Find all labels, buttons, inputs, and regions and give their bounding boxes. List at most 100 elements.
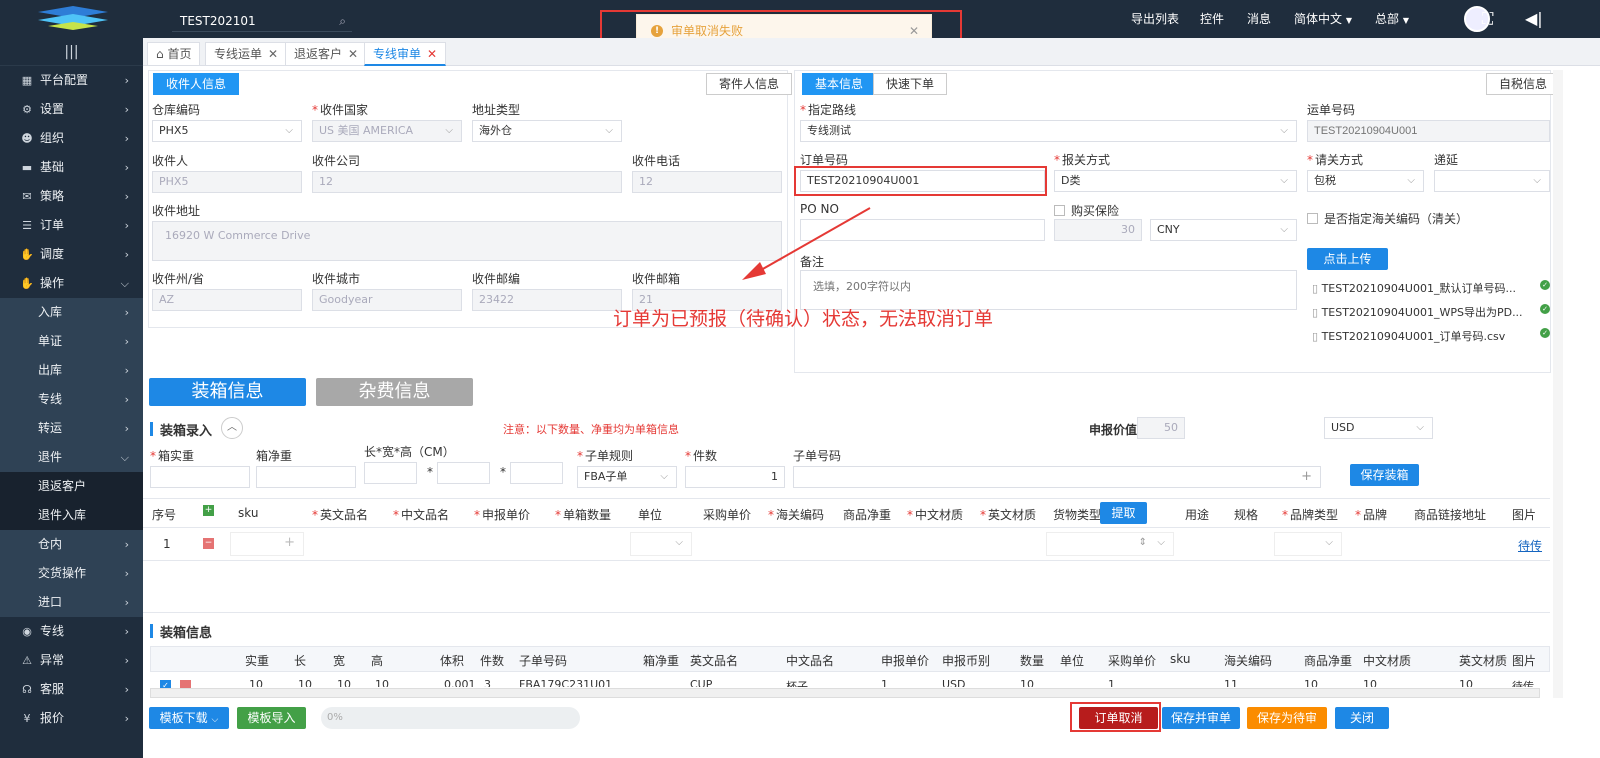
count-input[interactable]: 1 (685, 466, 785, 488)
controls-link[interactable]: 控件 (1200, 0, 1224, 38)
sidebar-item[interactable]: 专线 › (0, 385, 143, 414)
brand-type-select[interactable]: ⌵ (1274, 532, 1342, 556)
cargo-type-stepper[interactable]: ⇕ ⌵ (1046, 532, 1174, 556)
extract-button[interactable]: 提取 (1100, 502, 1147, 524)
export-list-link[interactable]: 导出列表 (1131, 0, 1179, 38)
tab-return[interactable]: 退返客户 ✕ (285, 42, 368, 66)
search-icon[interactable]: ⌕ (339, 10, 346, 32)
close-icon[interactable]: ✕ (348, 47, 358, 61)
save-pending-button[interactable]: 保存为待审 (1247, 707, 1327, 729)
close-icon[interactable]: ✕ (268, 47, 278, 61)
close-button[interactable]: 关闭 (1335, 707, 1389, 729)
sidebar-item[interactable]: 入库 › (0, 298, 143, 327)
close-icon[interactable]: ✕ (427, 47, 437, 61)
packing-info-button[interactable]: 装箱信息 (149, 378, 306, 406)
file-item[interactable]: ▯ TEST20210904U001_WPS导出为PD... ✓ (1312, 304, 1550, 320)
currency-select[interactable]: CNY ⌵ (1150, 219, 1297, 241)
plus-icon[interactable]: + (1301, 467, 1312, 487)
rule-select[interactable]: FBA子单 ⌵ (577, 466, 677, 488)
sub-order-input[interactable]: + (793, 466, 1321, 488)
warehouse-select[interactable]: PHX5 ⌵ (152, 120, 302, 142)
messages-link[interactable]: 消息 (1247, 0, 1271, 38)
sidebar-item[interactable]: ¥ 报价 › (0, 704, 143, 733)
sidebar-item[interactable]: ⚠ 异常 › (0, 646, 143, 675)
sidebar-item[interactable]: 进口 › (0, 588, 143, 617)
zip-input[interactable]: 23422 (472, 289, 622, 311)
image-upload-link[interactable]: 待传 (1518, 537, 1542, 554)
sidebar-item[interactable]: ✉ 策略 › (0, 182, 143, 211)
collapse-right-icon[interactable]: ◀| (1525, 0, 1543, 38)
sidebar-item[interactable]: ✋ 调度 › (0, 240, 143, 269)
sku-input[interactable]: + (230, 532, 304, 556)
table-cell[interactable]: 待传 (1512, 678, 1534, 687)
add-row-icon[interactable]: + (203, 505, 214, 516)
hq-dropdown[interactable]: 总部 ▼ (1375, 0, 1409, 38)
tab-tax-info[interactable]: 自税信息 (1486, 73, 1561, 95)
width-input[interactable] (437, 462, 490, 484)
delay-select[interactable]: ⌵ (1434, 170, 1550, 192)
unit-select[interactable]: ⌵ (630, 532, 692, 556)
length-input[interactable] (364, 462, 417, 484)
tab-sender-info[interactable]: 寄件人信息 (706, 73, 793, 95)
country-select[interactable]: US 美国 AMERICA ⌵ (312, 120, 462, 142)
route-select[interactable]: 专线测试 ⌵ (800, 120, 1297, 142)
customs-select[interactable]: D类 ⌵ (1054, 170, 1297, 192)
file-item[interactable]: ▯ TEST20210904U001_默认订单号码... ✓ (1312, 280, 1550, 296)
addr-type-select[interactable]: 海外仓 ⌵ (472, 120, 622, 142)
phone-input[interactable]: 12 (632, 171, 782, 193)
vertical-scrollbar[interactable] (1553, 70, 1563, 698)
sidebar-item[interactable]: ⚙ 设置 › (0, 95, 143, 124)
menu-toggle-icon[interactable]: ||| (0, 38, 143, 66)
tab-receiver-info[interactable]: 收件人信息 (153, 73, 240, 95)
sidebar-item[interactable]: 退件 ⌵ (0, 443, 143, 472)
upload-button[interactable]: 点击上传 (1307, 248, 1388, 270)
tab-basic-info[interactable]: 基本信息 (802, 73, 877, 95)
sidebar-item[interactable]: 退件入库 (0, 501, 143, 530)
collapse-up-icon[interactable]: ︿ (221, 417, 243, 439)
address-textarea[interactable]: 16920 W Commerce Drive (152, 221, 782, 261)
misc-info-button[interactable]: 杂费信息 (316, 378, 473, 406)
sidebar-item[interactable]: ◉ 专线 › (0, 617, 143, 646)
declared-currency-select[interactable]: USD ⌵ (1324, 417, 1433, 439)
template-download-button[interactable]: 模板下载 ⌵ (149, 707, 229, 729)
sidebar-item[interactable]: 单证 › (0, 327, 143, 356)
sidebar-item[interactable]: 转运 › (0, 414, 143, 443)
insurance-checkbox[interactable] (1054, 205, 1065, 216)
top-search-input[interactable]: TEST202101 ⌕ (172, 10, 352, 32)
declared-value-input[interactable]: 50 (1137, 417, 1185, 439)
hs-code-checkbox[interactable] (1307, 213, 1318, 224)
clearance-select[interactable]: 包税 ⌵ (1307, 170, 1424, 192)
insurance-amount-input[interactable]: 30 (1054, 219, 1142, 241)
sidebar-item[interactable]: ☻ 组织 › (0, 124, 143, 153)
file-item[interactable]: ▯ TEST20210904U001_订单号码.csv ✓ (1312, 328, 1550, 344)
state-input[interactable]: AZ (152, 289, 302, 311)
plus-icon[interactable]: + (284, 533, 295, 553)
tab-waybill[interactable]: 专线运单 ✕ (205, 42, 288, 66)
save-packing-button[interactable]: 保存装箱 (1350, 464, 1419, 486)
company-input[interactable]: 12 (312, 171, 622, 193)
tab-quick-order[interactable]: 快速下单 (873, 73, 948, 95)
sidebar-item[interactable]: 退返客户 (0, 472, 143, 501)
sidebar-item[interactable]: ☰ 订单 › (0, 211, 143, 240)
height-input[interactable] (510, 462, 563, 484)
sidebar-item[interactable]: ▦ 平台配置 › (0, 66, 143, 95)
receiver-name-input[interactable]: PHX5 (152, 171, 302, 193)
remove-row-icon[interactable]: − (203, 538, 214, 549)
sidebar-item[interactable]: ☊ 客服 › (0, 675, 143, 704)
stepper-icon[interactable]: ⇕ (1139, 533, 1147, 553)
horizontal-scrollbar[interactable] (150, 688, 1540, 698)
save-and-review-button[interactable]: 保存并审单 (1162, 707, 1240, 729)
sidebar-item[interactable]: 出库 › (0, 356, 143, 385)
tab-review[interactable]: 专线审单 ✕ (364, 42, 447, 66)
box-weight-input[interactable] (150, 466, 250, 488)
fullscreen-icon[interactable]: ⛶ (1482, 0, 1493, 38)
box-net-input[interactable] (256, 466, 356, 488)
city-input[interactable]: Goodyear (312, 289, 462, 311)
template-import-button[interactable]: 模板导入 (237, 707, 306, 729)
waybill-input[interactable] (1307, 120, 1550, 142)
sidebar-item[interactable]: 仓内 › (0, 530, 143, 559)
tab-home[interactable]: ⌂ 首页 (147, 42, 201, 66)
sidebar-item[interactable]: ▬ 基础 › (0, 153, 143, 182)
language-dropdown[interactable]: 简体中文 ▼ (1294, 0, 1352, 38)
sidebar-item[interactable]: ✋ 操作 ⌵ (0, 269, 143, 298)
